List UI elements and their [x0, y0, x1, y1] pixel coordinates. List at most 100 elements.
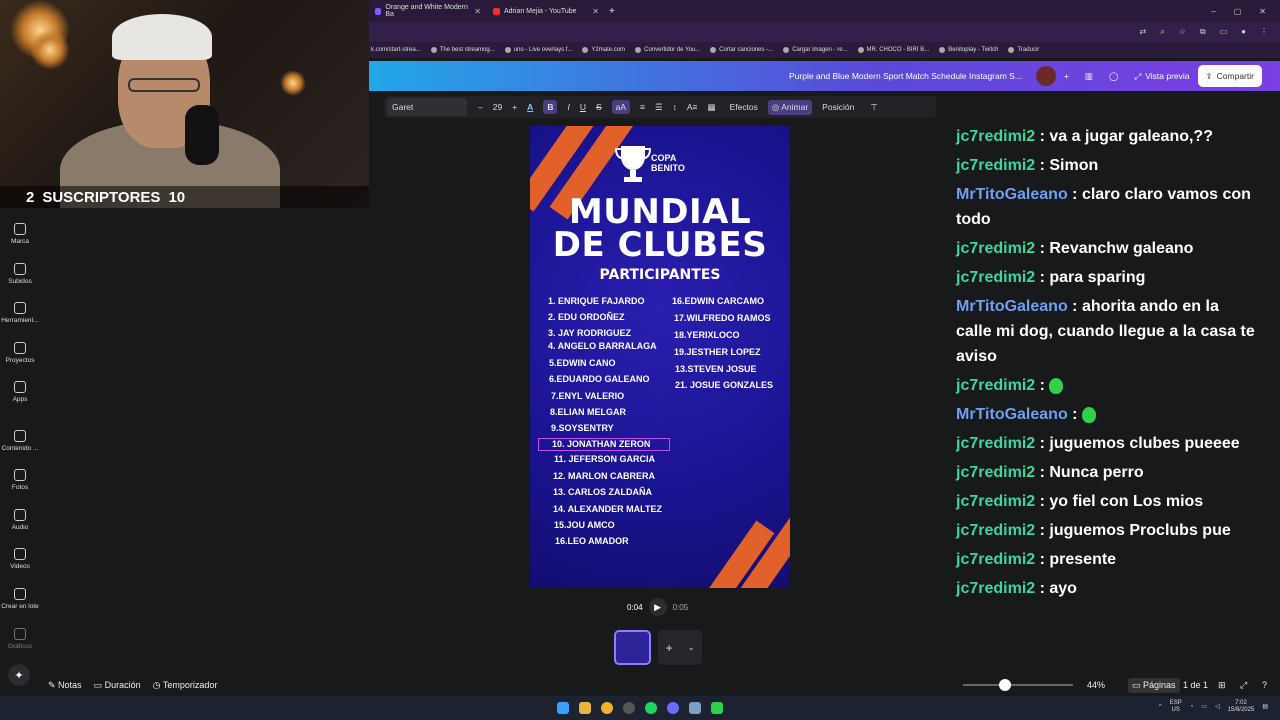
participant[interactable]: 8.ELIAN MELGAR [550, 407, 626, 417]
font-size-input[interactable]: 29 [488, 102, 507, 112]
bookmark[interactable]: Cargar imagen - re... [783, 47, 848, 53]
sidebar-item-content[interactable]: Contenido ... [0, 430, 40, 452]
minimize-icon[interactable]: – [1211, 7, 1215, 16]
sidebar-item-uploads[interactable]: Subidos [0, 263, 40, 285]
bookmark[interactable]: uno - Live overlays f... [504, 47, 572, 53]
sidebar-item-apps[interactable]: Apps [0, 381, 40, 403]
extensions-icon[interactable]: ⧉ [1200, 27, 1206, 37]
text-effects-icon[interactable]: A≡ [682, 102, 703, 112]
add-page-icon[interactable]: + [666, 641, 673, 655]
fullscreen-icon[interactable]: ⤢ [1240, 680, 1247, 691]
case-icon[interactable]: aA [611, 100, 631, 114]
help-icon[interactable]: ? [1262, 680, 1267, 690]
discord-icon[interactable] [667, 702, 679, 714]
sidebar-item-audio[interactable]: Audio [0, 509, 40, 531]
obs-icon[interactable] [623, 702, 635, 714]
windows-start-icon[interactable] [557, 702, 569, 714]
participant[interactable]: 4. ANGELO BARRALAGA [548, 341, 657, 351]
design-canvas[interactable]: COPA BENITO MUNDIAL DE CLUBES PARTICIPANT… [530, 126, 790, 588]
participant[interactable]: 19.JESTHER LOPEZ [674, 347, 761, 357]
participant[interactable]: 13. CARLOS ZALDAÑA [553, 487, 652, 497]
document-title[interactable]: Purple and Blue Modern Sport Match Sched… [789, 71, 1022, 81]
language-indicator[interactable]: ESP US [1170, 700, 1182, 714]
translate-icon[interactable]: ⇄ [1140, 27, 1147, 37]
bookmark[interactable]: Y2mate.com [582, 47, 625, 53]
file-explorer-icon[interactable] [579, 702, 591, 714]
duration-button[interactable]: ▭ Duración [94, 680, 141, 691]
participant[interactable]: 14. ALEXANDER MALTEZ [553, 504, 662, 514]
italic-icon[interactable]: I [562, 102, 574, 112]
participant[interactable]: 1. ENRIQUE FAJARDO [548, 296, 645, 306]
close-icon[interactable]: ✕ [474, 7, 481, 16]
effects-button[interactable]: Efectos [725, 102, 763, 112]
add-collaborator-icon[interactable]: + [1056, 65, 1077, 87]
participant[interactable]: 2. EDU ORDOÑEZ [548, 312, 625, 322]
bold-icon[interactable]: B [543, 100, 558, 114]
participant[interactable]: 17.WILFREDO RAMOS [674, 313, 771, 323]
bookmark[interactable]: The best streamog... [430, 47, 495, 53]
participant[interactable]: 5.EDWIN CANO [549, 358, 616, 368]
participant[interactable]: 15.JOU AMCO [554, 520, 615, 530]
play-icon[interactable]: ▶ [648, 598, 667, 616]
zoom-slider-track[interactable] [963, 684, 1073, 686]
bookmark[interactable]: MR. CHOCO - BIRI B... [857, 47, 929, 53]
animate-button[interactable]: ◎ Animar [767, 99, 813, 115]
settings-icon[interactable] [689, 702, 701, 714]
participant[interactable]: 7.ENYL VALERIO [551, 391, 624, 401]
notes-button[interactable]: ✎ Notas [48, 680, 82, 691]
zoom-slider-handle[interactable] [999, 679, 1011, 691]
participant[interactable]: 21. JOSUE GONZALES [675, 380, 773, 390]
grid-view-icon[interactable]: ⊞ [1218, 680, 1226, 691]
zoom-level[interactable]: 44% [1087, 680, 1105, 690]
chevron-down-icon[interactable]: ⌄ [688, 643, 695, 652]
tray-chevron-icon[interactable]: ^ [1159, 704, 1162, 711]
maximize-icon[interactable]: ▢ [1234, 7, 1242, 16]
bookmark[interactable]: Traducir [1008, 47, 1039, 53]
underline-icon[interactable]: U [575, 102, 591, 112]
new-tab-icon[interactable]: + [609, 6, 615, 17]
format-painter-icon[interactable]: ⊤ [865, 102, 882, 113]
zoom-icon[interactable]: ⌕ [1160, 27, 1164, 37]
list-icon[interactable]: ☰ [650, 102, 668, 113]
profile-icon[interactable]: ● [1241, 27, 1246, 37]
page-thumbnail[interactable] [614, 630, 651, 665]
participant[interactable]: 16.EDWIN CARCAMO [672, 296, 764, 306]
bookmark[interactable]: Convertidor de You... [635, 47, 700, 53]
sidebar-item-brand[interactable]: Marca [0, 223, 40, 245]
notifications-icon[interactable]: ▤ [1262, 704, 1268, 711]
transparency-icon[interactable]: ▦ [703, 102, 721, 113]
chrome-icon[interactable] [601, 702, 613, 714]
browser-tab[interactable]: Adrian Mejia - YouTube ✕ [487, 0, 605, 22]
share-button[interactable]: ⇪ Compartir [1197, 65, 1262, 87]
participant[interactable]: 18.YERIXLOCO [674, 330, 740, 340]
pages-button[interactable]: ▭ Páginas [1128, 677, 1180, 693]
participant[interactable]: 11. JEFERSON GARCIA [554, 454, 655, 464]
analytics-icon[interactable]: ▥ [1077, 65, 1101, 87]
participant[interactable]: 13.STEVEN JOSUE [675, 364, 757, 374]
magic-sparkle-icon[interactable]: ✦ [8, 664, 30, 686]
participant[interactable]: 16.LEO AMADOR [555, 536, 629, 546]
text-color-icon[interactable]: A [522, 102, 538, 112]
bookmark[interactable]: Cortar canciones -... [710, 47, 773, 53]
sidebar-item-bulk-create[interactable]: Crear en lote [0, 588, 40, 610]
comments-icon[interactable]: ◯ [1101, 65, 1127, 87]
participant[interactable]: 9.SOYSENTRY [551, 423, 614, 433]
participant[interactable]: 6.EDUARDO GALEANO [549, 374, 650, 384]
sidepanel-icon[interactable]: ▭ [1220, 27, 1228, 37]
spotify-icon[interactable] [645, 702, 657, 714]
font-family-select[interactable]: Garet [387, 98, 467, 116]
spacing-icon[interactable]: ↕ [668, 102, 682, 112]
menu-icon[interactable]: ⋮ [1260, 27, 1268, 37]
increase-size-icon[interactable]: + [507, 102, 522, 112]
bookmark[interactable]: Benitoplay - Twitch [939, 47, 998, 53]
bookmark[interactable]: k.com/start-strea... [371, 47, 421, 53]
browser-tab[interactable]: Orange and White Modern Ba ✕ [369, 0, 487, 22]
battery-icon[interactable]: ▭ [1201, 704, 1207, 711]
sidebar-item-tools[interactable]: Herramient... [0, 302, 40, 324]
participant[interactable]: 3. JAY RODRIGUEZ [548, 328, 631, 338]
sidebar-item-projects[interactable]: Proyectos [0, 342, 40, 364]
preview-button[interactable]: ⤢ Vista previa [1126, 65, 1197, 87]
sidebar-item-videos[interactable]: Videos [0, 548, 40, 570]
close-icon[interactable]: ✕ [592, 7, 599, 16]
timer-button[interactable]: ◷ Temporizador [153, 680, 218, 691]
